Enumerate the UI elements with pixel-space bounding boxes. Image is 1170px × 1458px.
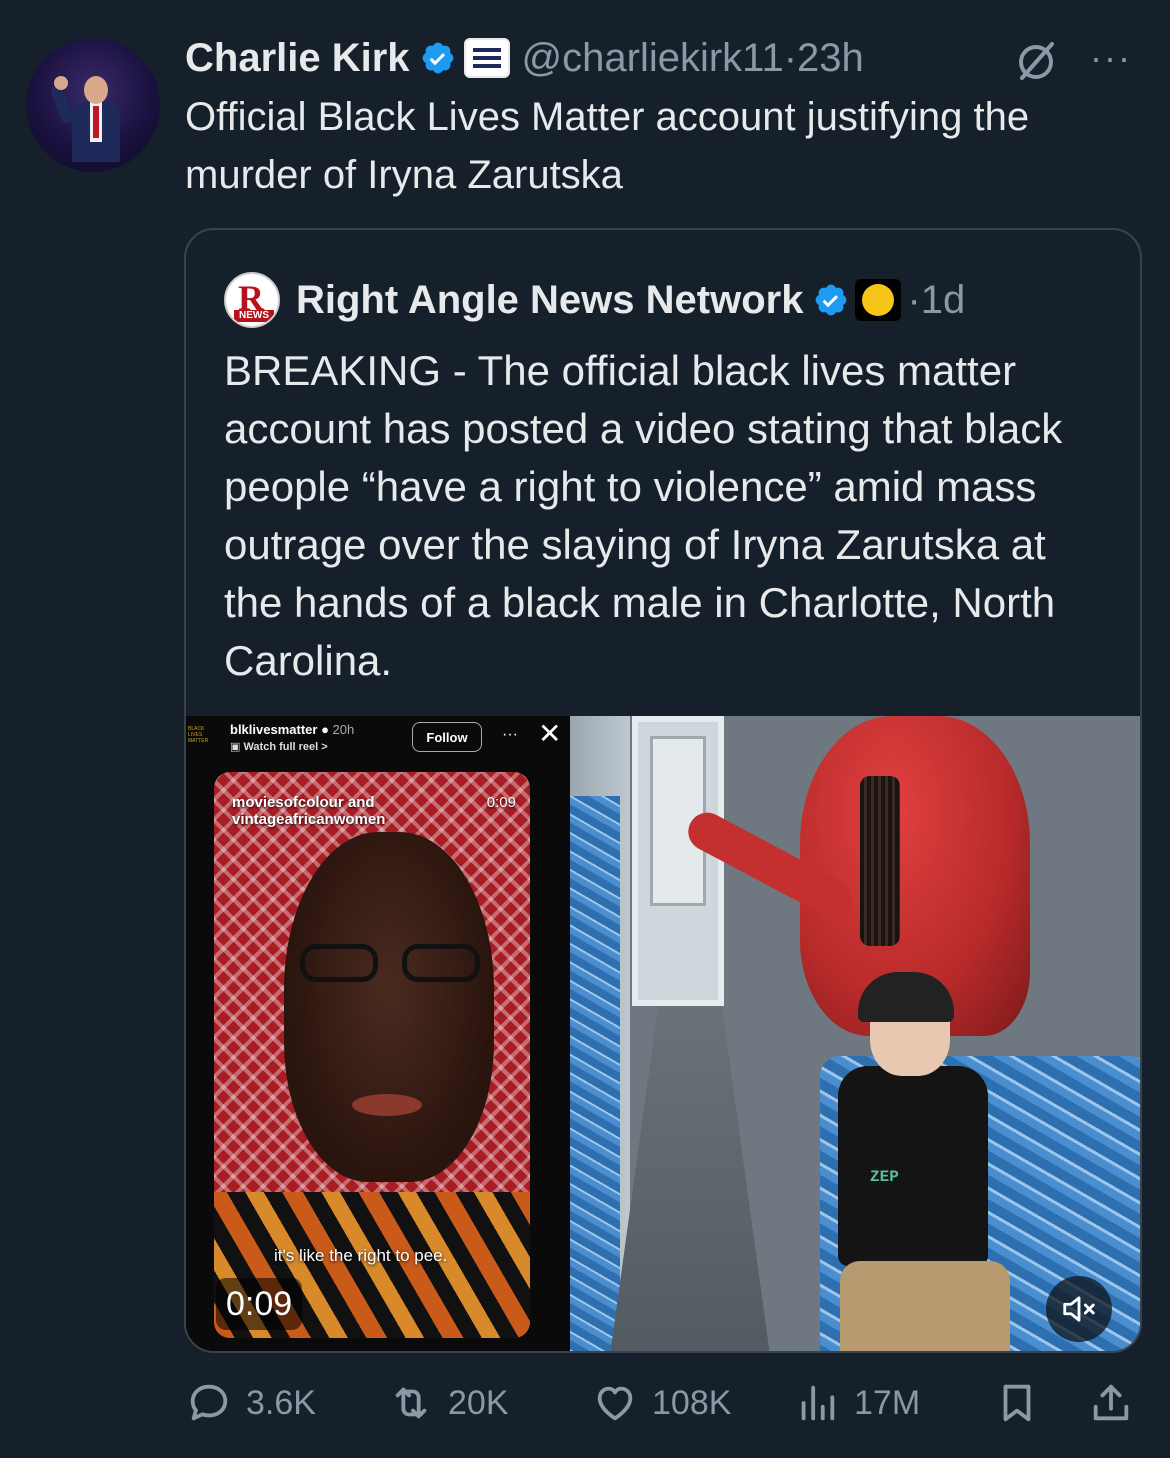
quoted-media[interactable]: BLACK LIVES MATTER blklivesmatter ● 20h … xyxy=(186,716,1140,1351)
person-hair xyxy=(860,776,900,946)
train-seat-left xyxy=(570,796,620,1351)
quoted-avatar-label: NEWS xyxy=(234,310,274,322)
avatar-figure-head xyxy=(84,76,108,104)
like-button[interactable]: 108K xyxy=(592,1380,731,1426)
ig-verified-icon: ● xyxy=(321,722,333,737)
quoted-tweet[interactable]: R NEWS Right Angle News Network ·1d BREA… xyxy=(184,228,1142,1353)
reply-icon xyxy=(190,1384,228,1421)
repost-button[interactable]: 20K xyxy=(388,1380,509,1426)
repost-count: 20K xyxy=(448,1383,509,1422)
ig-time: 20h xyxy=(332,722,355,737)
train-door xyxy=(632,716,724,1006)
tweet-header: Charlie Kirk @charliekirk11·23h xyxy=(185,32,864,84)
train-floor xyxy=(610,1006,770,1351)
affiliation-badge-icon[interactable] xyxy=(855,279,902,321)
more-dots-icon[interactable]: ··· xyxy=(1090,40,1132,76)
ig-watch-full-reel: ▣ Watch full reel > xyxy=(230,740,328,753)
muted-speaker-icon xyxy=(1063,1296,1095,1322)
reel-username-line: moviesofcolour and xyxy=(232,794,375,811)
seated-person xyxy=(838,1066,988,1266)
heart-icon xyxy=(597,1386,633,1421)
seated-person-shirt-text: ZEP xyxy=(870,1168,899,1186)
reel-lips xyxy=(352,1094,422,1116)
quoted-author-name[interactable]: Right Angle News Network xyxy=(296,278,803,323)
reply-count: 3.6K xyxy=(246,1383,316,1422)
affiliation-badge-icon[interactable] xyxy=(463,38,510,78)
avatar-figure-tie xyxy=(93,106,99,138)
reel-username: moviesofcolour and vintageafricanwomen xyxy=(232,794,385,828)
ig-close-icon: ✕ xyxy=(538,718,562,749)
view-count: 17M xyxy=(854,1383,921,1422)
author-handle-time[interactable]: @charliekirk11·23h xyxy=(522,36,864,81)
ig-more-icon: ··· xyxy=(502,726,518,743)
quoted-header: R NEWS Right Angle News Network ·1d xyxy=(224,272,965,328)
bookmark-icon xyxy=(1003,1384,1031,1422)
ig-username: blklivesmatter xyxy=(230,722,318,737)
ig-username-row: blklivesmatter ● 20h xyxy=(230,722,354,737)
repost-icon xyxy=(395,1387,427,1419)
reel-caption: it's like the right to pee. xyxy=(274,1246,448,1265)
reel-username-line: vintageafricanwomen xyxy=(232,811,386,828)
seated-person-legs xyxy=(840,1261,1010,1351)
author-avatar[interactable] xyxy=(26,38,160,172)
share-button[interactable] xyxy=(1088,1380,1134,1426)
verified-badge-icon[interactable] xyxy=(420,40,456,76)
views-button[interactable]: 17M xyxy=(794,1380,920,1426)
train-cctv-frame: ZEP xyxy=(570,716,1140,1351)
reel-time: 0:09 xyxy=(486,794,516,811)
quoted-time[interactable]: ·1d xyxy=(907,278,965,323)
reel-face xyxy=(284,832,494,1182)
instagram-screenshot: BLACK LIVES MATTER blklivesmatter ● 20h … xyxy=(186,716,570,1351)
reel-glasses xyxy=(300,944,480,984)
like-count: 108K xyxy=(652,1383,732,1422)
blm-logo-icon: BLACK LIVES MATTER xyxy=(188,726,222,748)
blm-logo-line: MATTER xyxy=(188,738,209,744)
ig-follow-button: Follow xyxy=(412,722,482,752)
ig-watch-label: Watch full reel > xyxy=(243,741,328,753)
grok-icon[interactable] xyxy=(1012,38,1060,86)
reel-icon: ▣ xyxy=(230,741,244,753)
action-bar: 3.6K 20K 108K 17M xyxy=(0,1372,1170,1436)
reel-frame: moviesofcolour and vintageafricanwomen 0… xyxy=(214,772,530,1338)
avatar-figure-fist xyxy=(54,76,68,90)
quoted-avatar[interactable]: R NEWS xyxy=(224,272,280,328)
bookmark-button[interactable] xyxy=(994,1380,1040,1426)
tweet-text: Official Black Lives Matter account just… xyxy=(185,95,1030,197)
author-name[interactable]: Charlie Kirk xyxy=(185,36,410,81)
views-chart-icon xyxy=(801,1385,835,1421)
quoted-text: BREAKING - The official black lives matt… xyxy=(224,347,1063,684)
verified-badge-icon[interactable] xyxy=(813,282,849,318)
reply-button[interactable]: 3.6K xyxy=(186,1380,316,1426)
video-duration: 0:09 xyxy=(216,1278,303,1330)
share-icon xyxy=(1093,1384,1129,1421)
mute-button[interactable] xyxy=(1046,1276,1112,1342)
